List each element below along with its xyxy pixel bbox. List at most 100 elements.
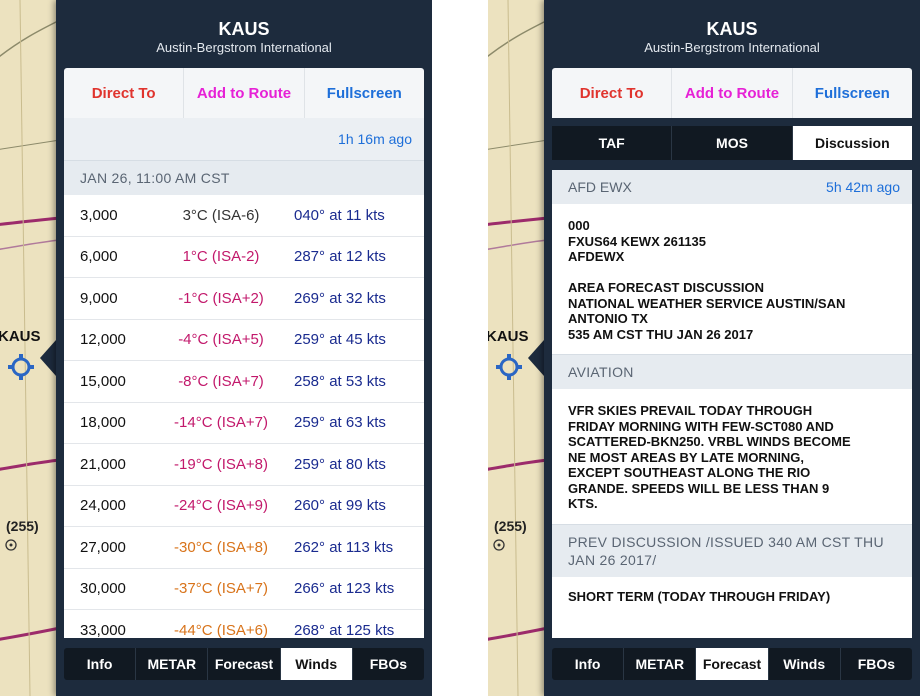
tab-forecast[interactable]: Forecast	[208, 648, 281, 680]
text-line: SCATTERED-BKN250. VRBL WINDS BECOME	[568, 434, 851, 449]
winds-screen: KAUS (255) KAUS Austin-Bergstrom Interna…	[0, 0, 432, 696]
table-row: 30,000 -37°C (ISA+7) 266° at 123 kts	[64, 569, 424, 610]
temperature-cell: -44°C (ISA+6)	[174, 621, 268, 638]
table-row: 18,000 -14°C (ISA+7) 259° at 63 kts	[64, 403, 424, 444]
altitude-cell: 6,000	[80, 248, 118, 266]
altitude-cell: 12,000	[80, 331, 126, 349]
discussion-content[interactable]: AFD EWX 5h 42m ago 000 FXUS64 KEWX 261135…	[552, 170, 912, 638]
temperature-cell: -1°C (ISA+2)	[178, 289, 264, 307]
airport-symbol-icon[interactable]	[494, 352, 524, 382]
temperature-cell: -37°C (ISA+7)	[174, 580, 268, 598]
altitude-cell: 33,000	[80, 621, 126, 638]
text-line: EXCEPT SOUTHEAST ALONG THE RIO	[568, 465, 811, 480]
panel-header: KAUS Austin-Bergstrom International	[544, 18, 920, 56]
map-airway-label: (255)	[6, 518, 39, 534]
wind-cell: 260° at 99 kts	[294, 497, 386, 515]
text-line	[568, 265, 896, 281]
tab-winds[interactable]: Winds	[280, 648, 353, 680]
map-airport-label: KAUS	[0, 328, 41, 345]
winds-date-header: JAN 26, 11:00 AM CST	[64, 160, 424, 195]
panel-pointer	[528, 340, 544, 376]
tab-forecast[interactable]: Forecast	[696, 648, 769, 680]
subtab-mos[interactable]: MOS	[672, 126, 793, 160]
airport-tab-bar: Info METAR Forecast Winds FBOs	[552, 648, 912, 680]
wind-cell: 262° at 113 kts	[294, 538, 394, 556]
airport-name: Austin-Bergstrom International	[156, 40, 332, 55]
text-line: NE MOST AREAS BY LATE MORNING,	[568, 449, 804, 465]
wind-cell: 258° at 53 kts	[294, 372, 386, 390]
winds-aloft-table: 3,000 3°C (ISA-6) 040° at 11 kts 6,000 1°C (…	[64, 195, 424, 638]
table-row: 21,000 -19°C (ISA+8) 259° at 80 kts	[64, 444, 424, 486]
tab-metar[interactable]: METAR	[136, 648, 209, 680]
altitude-cell: 9,000	[80, 289, 118, 307]
add-to-route-button[interactable]: Add to Route	[672, 68, 793, 118]
afd-updated: 5h 42m ago	[826, 179, 900, 195]
airport-info-panel: KAUS Austin-Bergstrom International Dire…	[544, 0, 920, 696]
text-line: ANTONIO TX	[568, 311, 648, 326]
text-line: VFR SKIES PREVAIL TODAY THROUGH	[568, 403, 813, 418]
wind-cell: 269° at 32 kts	[294, 289, 386, 307]
tab-fbos[interactable]: FBOs	[353, 648, 424, 680]
fullscreen-button[interactable]: Fullscreen	[305, 68, 424, 118]
direct-to-button[interactable]: Direct To	[64, 68, 185, 118]
temperature-cell: -4°C (ISA+5)	[178, 331, 264, 349]
temperature-cell: -8°C (ISA+7)	[178, 372, 264, 390]
subtab-discussion[interactable]: Discussion	[792, 126, 912, 160]
text-line: AFDEWX	[568, 249, 625, 264]
wind-cell: 287° at 12 kts	[294, 248, 386, 266]
temperature-cell: -14°C (ISA+7)	[174, 414, 268, 432]
text-line: NATIONAL WEATHER SERVICE AUSTIN/SAN	[568, 295, 846, 311]
map-airway-label: (255)	[494, 518, 527, 534]
add-to-route-button[interactable]: Add to Route	[184, 68, 305, 118]
short-term-heading: SHORT TERM (TODAY THROUGH FRIDAY)	[568, 588, 831, 604]
panel-pointer	[40, 340, 56, 376]
table-row: 24,000 -24°C (ISA+9) 260° at 99 kts	[64, 486, 424, 527]
afd-name: AFD EWX	[568, 179, 632, 195]
tab-fbos[interactable]: FBOs	[841, 648, 912, 680]
table-row: 3,000 3°C (ISA-6) 040° at 11 kts	[64, 195, 424, 237]
text-line: GRANDE. SPEEDS WILL BE LESS THAN 9	[568, 480, 830, 496]
winds-content[interactable]: 1h 16m ago JAN 26, 11:00 AM CST 3,000 3°C…	[64, 118, 424, 638]
temperature-cell: -30°C (ISA+8)	[174, 538, 268, 556]
temperature-cell: -19°C (ISA+8)	[174, 455, 268, 473]
wind-cell: 259° at 80 kts	[294, 455, 386, 473]
altitude-cell: 27,000	[80, 538, 126, 556]
wind-cell: 259° at 45 kts	[294, 331, 386, 349]
panel-header: KAUS Austin-Bergstrom International	[56, 18, 432, 56]
aviation-text: VFR SKIES PREVAIL TODAY THROUGH FRIDAY MO…	[552, 389, 912, 524]
map-airport-label: KAUS	[488, 328, 529, 345]
text-line: FXUS64 KEWX 261135	[568, 233, 707, 249]
tab-metar[interactable]: METAR	[624, 648, 697, 680]
table-row: 27,000 -30°C (ISA+8) 262° at 113 kts	[64, 527, 424, 569]
tab-info[interactable]: Info	[552, 648, 625, 680]
altitude-cell: 18,000	[80, 414, 126, 432]
afd-header: AFD EWX 5h 42m ago	[552, 170, 912, 204]
text-line: 000	[568, 218, 590, 233]
table-row: 6,000 1°C (ISA-2) 287° at 12 kts	[64, 237, 424, 278]
tab-winds[interactable]: Winds	[769, 648, 841, 680]
altitude-cell: 15,000	[80, 372, 126, 390]
text-line: KTS.	[568, 496, 598, 511]
wind-cell: 268° at 125 kts	[294, 621, 395, 638]
temperature-cell: 1°C (ISA-2)	[182, 248, 260, 266]
text-line: AREA FORECAST DISCUSSION	[568, 280, 764, 295]
direct-to-button[interactable]: Direct To	[552, 68, 673, 118]
forecast-subtab-bar: TAF MOS Discussion	[552, 126, 912, 160]
tab-info[interactable]: Info	[64, 648, 137, 680]
airport-symbol-icon[interactable]	[6, 352, 36, 382]
temperature-cell: -24°C (ISA+9)	[174, 497, 268, 515]
text-line: FRIDAY MORNING WITH FEW-SCT080 AND	[568, 418, 834, 434]
airport-id: KAUS	[706, 19, 758, 39]
airport-name: Austin-Bergstrom International	[644, 40, 820, 55]
subtab-taf[interactable]: TAF	[552, 126, 673, 160]
wind-cell: 040° at 11 kts	[294, 206, 385, 224]
airport-info-panel: KAUS Austin-Bergstrom International Dire…	[56, 0, 432, 696]
action-bar: Direct To Add to Route Fullscreen	[64, 68, 424, 118]
altitude-cell: 24,000	[80, 497, 126, 515]
navaid-icon	[493, 539, 505, 551]
altitude-cell: 21,000	[80, 455, 126, 473]
fullscreen-button[interactable]: Fullscreen	[793, 68, 912, 118]
table-row: 12,000 -4°C (ISA+5) 259° at 45 kts	[64, 320, 424, 361]
wind-cell: 259° at 63 kts	[294, 414, 386, 432]
table-row: 15,000 -8°C (ISA+7) 258° at 53 kts	[64, 361, 424, 403]
